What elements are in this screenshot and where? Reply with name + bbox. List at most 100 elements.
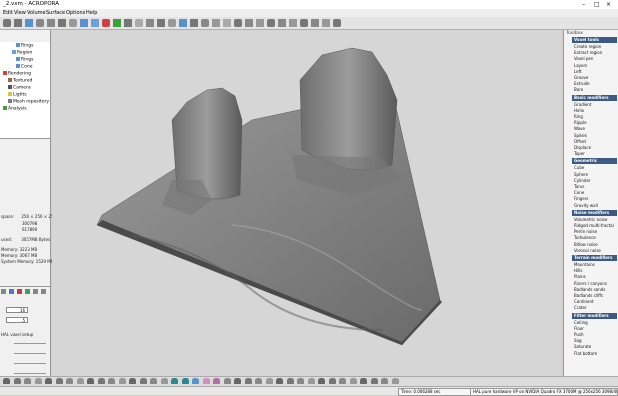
toolbox-item[interactable]: Flat bottom <box>574 351 597 356</box>
toolbox-item[interactable]: Saturate <box>574 344 591 349</box>
bottom-tool-icon[interactable] <box>265 378 273 384</box>
toolbar-tool-icon[interactable] <box>278 19 286 27</box>
bottom-tool-icon[interactable] <box>97 378 105 384</box>
toolbox-item[interactable]: Plains <box>574 274 586 279</box>
tool-icon[interactable] <box>33 289 38 294</box>
toolbar-tool-icon[interactable] <box>223 19 231 27</box>
toolbox-item[interactable]: Groove <box>574 75 588 80</box>
toolbox-item[interactable]: Taper <box>574 151 585 156</box>
menu-view[interactable]: View <box>14 10 26 16</box>
toolbox-item[interactable]: Billow noise <box>574 242 598 247</box>
toolbox-item[interactable]: Sag <box>574 338 582 343</box>
toolbar-tool-icon[interactable] <box>135 19 143 27</box>
menu-surface[interactable]: Surface <box>46 10 65 16</box>
toolbar-tool-icon[interactable] <box>311 19 319 27</box>
menu-options[interactable]: Options <box>66 10 85 16</box>
toolbar-tool-icon[interactable] <box>113 19 121 27</box>
toolbar-tool-icon[interactable] <box>80 19 88 27</box>
bottom-tool-icon[interactable] <box>213 378 220 384</box>
toolbox-section-header[interactable]: Voxel tools <box>572 37 617 43</box>
bottom-tool-icon[interactable] <box>234 378 241 384</box>
tree-item-rendering[interactable]: Rendering <box>3 71 31 77</box>
tool-icon[interactable] <box>41 289 46 294</box>
toolbox-item[interactable]: Volumetric noise <box>574 217 607 222</box>
toolbox-item[interactable]: Torus <box>574 184 584 189</box>
tree-item-camera[interactable]: Camera <box>8 85 31 91</box>
bottom-tool-icon[interactable] <box>328 378 336 384</box>
toolbar-tool-icon[interactable] <box>256 19 264 27</box>
toolbox-item[interactable]: Sphere <box>574 172 588 177</box>
stepper-field-1[interactable]: 16 <box>6 307 28 313</box>
bottom-tool-icon[interactable] <box>318 378 325 384</box>
toolbar-tool-icon[interactable] <box>212 19 220 27</box>
toolbox-item[interactable]: Create region <box>574 44 601 49</box>
toolbox-item[interactable]: Spikes <box>574 133 587 138</box>
toolbox-section-header[interactable]: Filter modifiers <box>572 312 617 319</box>
toolbar-tool-icon[interactable] <box>69 19 77 27</box>
bottom-tool-icon[interactable] <box>339 378 346 384</box>
toolbox-item[interactable]: Gradient <box>574 102 591 107</box>
tree-item-analysis[interactable]: Analysis <box>3 106 27 112</box>
slider-3[interactable] <box>14 363 46 364</box>
tool-icon[interactable] <box>1 289 6 294</box>
bottom-tool-icon[interactable] <box>244 378 252 384</box>
menu-help[interactable]: Help <box>86 10 97 16</box>
toolbox-item[interactable]: Ceiling <box>574 320 588 325</box>
bottom-tool-icon[interactable] <box>87 378 94 384</box>
bottom-tool-icon[interactable] <box>118 378 126 384</box>
toolbox-item[interactable]: Fingers <box>574 196 588 201</box>
bottom-tool-icon[interactable] <box>13 378 21 384</box>
bottom-tool-icon[interactable] <box>297 378 304 384</box>
toolbox-item[interactable]: Displace <box>574 145 591 150</box>
bottom-tool-icon[interactable] <box>192 378 199 384</box>
toolbox-item[interactable]: Helix <box>574 108 584 113</box>
toolbar-tool-icon[interactable] <box>25 19 33 27</box>
toolbar-tool-icon[interactable] <box>3 19 11 27</box>
toolbox-item[interactable]: Cone <box>574 190 584 195</box>
toolbar-tool-icon[interactable] <box>190 19 198 27</box>
toolbar-tool-icon[interactable] <box>245 19 253 27</box>
toolbar-tool-icon[interactable] <box>124 19 132 27</box>
tree-item-textured[interactable]: Textured <box>8 78 32 84</box>
toolbar-tool-icon[interactable] <box>322 19 330 27</box>
tree-item-rings-2[interactable]: Rings <box>16 57 33 63</box>
bottom-tool-icon[interactable] <box>66 378 73 384</box>
tree-item-rings[interactable]: Rings <box>16 43 33 49</box>
bottom-tool-icon[interactable] <box>307 378 315 384</box>
toolbar-tool-icon[interactable] <box>179 19 187 27</box>
toolbar-tool-icon[interactable] <box>36 19 44 27</box>
bottom-tool-icon[interactable] <box>255 378 262 384</box>
toolbox-item[interactable]: Wave <box>574 126 585 131</box>
bottom-tool-icon[interactable] <box>286 378 294 384</box>
toolbar-tool-icon[interactable] <box>91 19 99 27</box>
slider-1[interactable] <box>14 343 46 344</box>
toolbox-item[interactable]: Continent <box>574 299 594 304</box>
toolbox-item[interactable]: Rivers / canyons <box>574 281 607 286</box>
bottom-tool-icon[interactable] <box>108 378 115 384</box>
toolbox-item[interactable]: Turbulence <box>574 235 596 240</box>
bottom-tool-icon[interactable] <box>160 378 168 384</box>
toolbox-item[interactable]: Bore <box>574 87 583 92</box>
toolbox-section-header[interactable]: Terrain modifiers <box>572 255 617 261</box>
slider-2[interactable] <box>14 353 46 354</box>
toolbox-item[interactable]: Voronoi noise <box>574 248 601 253</box>
toolbar-tool-icon[interactable] <box>47 19 55 27</box>
bottom-tool-icon[interactable] <box>171 378 178 384</box>
toolbox-item[interactable]: Gravity wall <box>574 203 598 208</box>
tree-item-region[interactable]: Region <box>12 50 32 56</box>
bottom-tool-icon[interactable] <box>349 378 357 384</box>
toolbar-tool-icon[interactable] <box>234 19 242 27</box>
bottom-tool-icon[interactable] <box>76 378 84 384</box>
toolbox-item[interactable]: Cylinder <box>574 178 591 183</box>
toolbar-tool-icon[interactable] <box>14 19 22 27</box>
toolbox-item[interactable]: Floor <box>574 326 584 331</box>
bottom-tool-icon[interactable] <box>129 378 136 384</box>
tool-icon[interactable] <box>25 289 30 294</box>
toolbox-item[interactable]: Extract region <box>574 50 602 55</box>
toolbar-tool-icon[interactable] <box>146 19 154 27</box>
toolbox-section-header[interactable]: Noise modifiers <box>572 209 617 216</box>
bottom-tool-icon[interactable] <box>181 378 189 384</box>
toolbar-tool-icon[interactable] <box>289 19 297 27</box>
3d-viewport[interactable] <box>52 30 561 384</box>
toolbox-item[interactable]: Badlands cliffs <box>574 293 603 298</box>
